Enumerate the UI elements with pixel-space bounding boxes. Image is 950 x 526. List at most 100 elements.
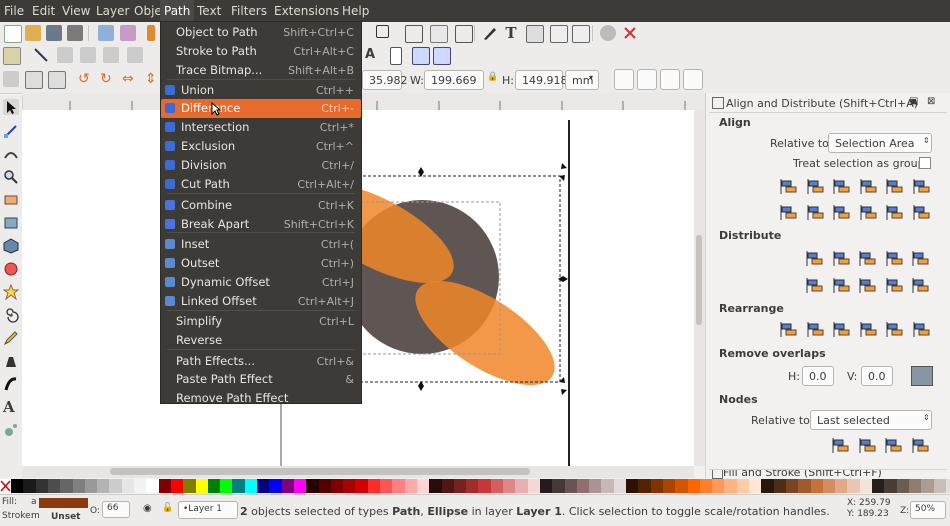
palette-swatch[interactable] (109, 479, 123, 493)
palette-swatch[interactable] (318, 479, 332, 493)
select-all-layers-icon[interactable] (25, 71, 43, 89)
menu-item-intersection[interactable]: Intersection Ctrl+* (161, 118, 361, 137)
palette-swatch[interactable] (207, 479, 221, 493)
distribute-nodes-v-icon[interactable] (912, 436, 930, 454)
palette-swatch[interactable] (429, 479, 442, 493)
distribute-baseline-v-icon[interactable] (912, 276, 930, 294)
palette-swatch[interactable] (835, 479, 848, 493)
palette-swatch[interactable] (343, 479, 356, 493)
open-icon[interactable] (25, 25, 41, 41)
scale-corners-toggle[interactable] (637, 69, 657, 90)
palette-swatch[interactable] (896, 479, 910, 493)
distribute-baseline-icon[interactable] (912, 249, 930, 267)
palette-swatch[interactable] (490, 479, 504, 493)
palette-swatch[interactable] (158, 479, 172, 493)
rotate-ccw-icon[interactable]: ↺ (78, 71, 94, 87)
palette-swatch[interactable] (564, 479, 578, 493)
palette-swatch[interactable] (367, 479, 381, 493)
palette-swatch[interactable] (638, 479, 652, 493)
3d-box-tool-icon[interactable] (3, 238, 19, 254)
menu-item-paste-path-effect[interactable]: Paste Path Effect & (161, 370, 361, 389)
no-paint-swatch[interactable] (0, 479, 11, 493)
nodes-relative-select[interactable]: Last selected (810, 410, 932, 430)
palette-swatch[interactable] (810, 479, 824, 493)
palette-swatch[interactable] (601, 479, 615, 493)
align-right-icon[interactable] (860, 177, 878, 195)
clone-icon[interactable] (430, 25, 448, 43)
palette-swatch[interactable] (220, 479, 233, 493)
palette-swatch[interactable] (699, 479, 713, 493)
snap-midpoint-icon[interactable] (127, 47, 143, 63)
palette-swatch[interactable] (503, 479, 516, 493)
palette-swatch[interactable] (330, 479, 344, 493)
undo-icon[interactable] (147, 25, 155, 41)
snap-edge-icon[interactable] (57, 47, 73, 63)
x-field[interactable]: 35.982 (362, 70, 408, 90)
palette-swatch[interactable] (11, 479, 24, 493)
randomize-icon[interactable] (860, 320, 878, 338)
align-left-edge-icon[interactable] (780, 177, 798, 195)
distribute-center-v-icon[interactable] (833, 276, 851, 294)
zoom-tool-icon[interactable] (3, 169, 19, 185)
import-icon[interactable] (98, 25, 114, 41)
menu-help[interactable]: Help (338, 0, 373, 22)
palette-swatch[interactable] (84, 479, 98, 493)
menu-item-linked-offset[interactable]: Linked Offset Ctrl+Alt+J (161, 292, 361, 311)
duplicate-icon[interactable] (455, 25, 473, 43)
menu-layer[interactable]: Layer (92, 0, 133, 22)
palette-swatch[interactable] (121, 479, 135, 493)
flip-horizontal-icon[interactable]: ⇔ (122, 71, 138, 87)
palette-swatch[interactable] (72, 479, 86, 493)
palette-swatch[interactable] (293, 479, 307, 493)
star-tool-icon[interactable] (2, 283, 20, 301)
palette-swatch[interactable] (945, 479, 950, 493)
w-field[interactable]: 199.669 (424, 70, 484, 90)
palette-swatch[interactable] (822, 479, 836, 493)
zoom-field[interactable]: 50% (910, 501, 946, 519)
select-all-icon[interactable] (3, 71, 19, 87)
treat-group-checkbox[interactable] (919, 157, 931, 169)
snap-text-icon[interactable]: A (365, 47, 381, 63)
snap-grid-icon[interactable] (412, 47, 430, 65)
snap-corner-icon[interactable] (80, 47, 96, 63)
distribute-gaps-h-icon[interactable] (886, 249, 904, 267)
unclump-icon[interactable] (886, 320, 904, 338)
menu-view[interactable]: View (58, 0, 94, 22)
rectangle-tool-icon[interactable] (3, 215, 19, 231)
snap-page-icon[interactable] (390, 47, 402, 65)
align-text-baseline-icon[interactable] (913, 177, 931, 195)
palette-swatch[interactable] (404, 479, 418, 493)
align-nodes-h-icon[interactable] (832, 436, 850, 454)
lock-icon[interactable]: 🔓 (162, 503, 173, 513)
menu-item-path-effects[interactable]: Path Effects... Ctrl+& (161, 352, 361, 371)
palette-swatch[interactable] (773, 479, 787, 493)
menu-item-exclusion[interactable]: Exclusion Ctrl+^ (161, 137, 361, 156)
unit-select[interactable]: mm (565, 70, 599, 90)
move-patterns-toggle[interactable] (683, 69, 703, 90)
menu-item-combine[interactable]: Combine Ctrl+K (161, 196, 361, 215)
arrange-grid-icon[interactable] (913, 320, 931, 338)
palette-swatch[interactable] (613, 479, 627, 493)
align-bottom-edge-icon[interactable] (886, 203, 904, 221)
scale-stroke-toggle[interactable] (614, 69, 634, 90)
palette-swatch[interactable] (933, 479, 947, 493)
text-tool-icon[interactable]: A (3, 399, 19, 415)
align-top-icon[interactable] (807, 203, 825, 221)
menu-item-division[interactable]: Division Ctrl+/ (161, 156, 361, 175)
preferences-icon[interactable] (600, 25, 616, 41)
palette-swatch[interactable] (626, 479, 639, 493)
print-icon[interactable] (67, 25, 83, 41)
horizontal-scroll-thumb[interactable] (110, 468, 530, 475)
align-top-edge-icon[interactable] (780, 203, 798, 221)
panel-iconify-icon[interactable]: ▣ (909, 96, 918, 107)
new-document-icon[interactable] (4, 25, 22, 43)
palette-swatch[interactable] (146, 479, 160, 493)
align-bottom-icon[interactable] (860, 203, 878, 221)
palette-swatch[interactable] (47, 479, 61, 493)
ungroup-icon[interactable] (405, 25, 423, 43)
align-center-v-icon[interactable] (833, 203, 851, 221)
horizontal-scrollbar[interactable] (22, 466, 694, 478)
menu-object[interactable]: Object (130, 0, 160, 22)
menu-text[interactable]: Text (193, 0, 225, 22)
palette-swatch[interactable] (380, 479, 393, 493)
